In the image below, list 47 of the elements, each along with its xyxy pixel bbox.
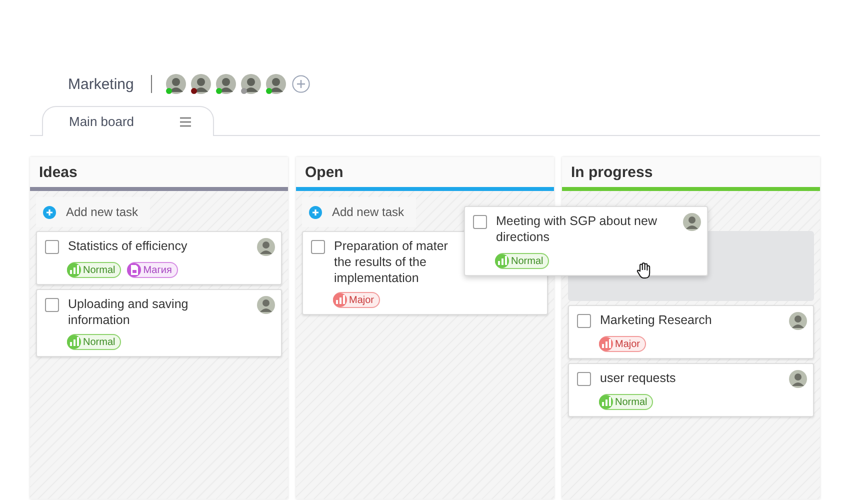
- priority-tag: Normal: [495, 253, 550, 269]
- plus-icon: [43, 206, 56, 218]
- bars-icon: [496, 255, 508, 266]
- priority-tag: Major: [599, 336, 646, 352]
- plus-icon: [309, 206, 322, 218]
- priority-tag: Normal: [599, 394, 654, 410]
- avatar-icon: [257, 238, 275, 256]
- avatar-icon: [683, 213, 701, 231]
- avatar-icon[interactable]: [190, 74, 211, 94]
- board-tab[interactable]: Main board: [42, 106, 214, 136]
- column-title: Open: [305, 164, 344, 180]
- column-title: Ideas: [39, 164, 78, 180]
- avatar-icon[interactable]: [240, 74, 261, 94]
- task-title: Preparation of mater the results of the implementation: [334, 238, 448, 286]
- task-checkbox[interactable]: [577, 372, 591, 386]
- avatar-icon: [257, 296, 275, 314]
- label-tag: Магия: [127, 262, 178, 278]
- task-checkbox[interactable]: [473, 215, 487, 229]
- priority-tag: Normal: [67, 262, 122, 278]
- bars-icon: [68, 336, 80, 347]
- avatar-icon[interactable]: [166, 74, 186, 94]
- task-title: Meeting with SGP about new directions: [496, 213, 658, 245]
- menu-icon[interactable]: [180, 116, 192, 126]
- priority-tag: Normal: [67, 334, 122, 350]
- add-task-button[interactable]: Add new task: [302, 197, 416, 227]
- add-task-button[interactable]: Add new task: [36, 197, 150, 227]
- column-title: In progress: [571, 164, 653, 180]
- bars-icon: [600, 338, 612, 349]
- task-checkbox[interactable]: [311, 240, 325, 254]
- avatar-icon[interactable]: [266, 74, 286, 94]
- avatar-icon[interactable]: [216, 74, 236, 94]
- priority-tag: Major: [333, 292, 380, 308]
- task-checkbox[interactable]: [45, 240, 59, 254]
- document-icon: [128, 264, 140, 276]
- task-checkbox[interactable]: [577, 314, 591, 328]
- avatar-icon: [789, 370, 807, 388]
- task-checkbox[interactable]: [45, 298, 59, 312]
- task-title: Statistics of efficiency: [68, 238, 188, 254]
- avatar-icon: [789, 312, 807, 330]
- task-title: user requests: [600, 370, 676, 386]
- bars-icon: [68, 264, 80, 275]
- task-title: Marketing Research: [600, 312, 712, 328]
- project-title: Marketing: [68, 76, 134, 92]
- task-title: Uploading and saving information: [68, 296, 190, 328]
- add-member-icon[interactable]: [292, 75, 310, 93]
- bars-icon: [334, 294, 346, 305]
- bars-icon: [600, 396, 612, 407]
